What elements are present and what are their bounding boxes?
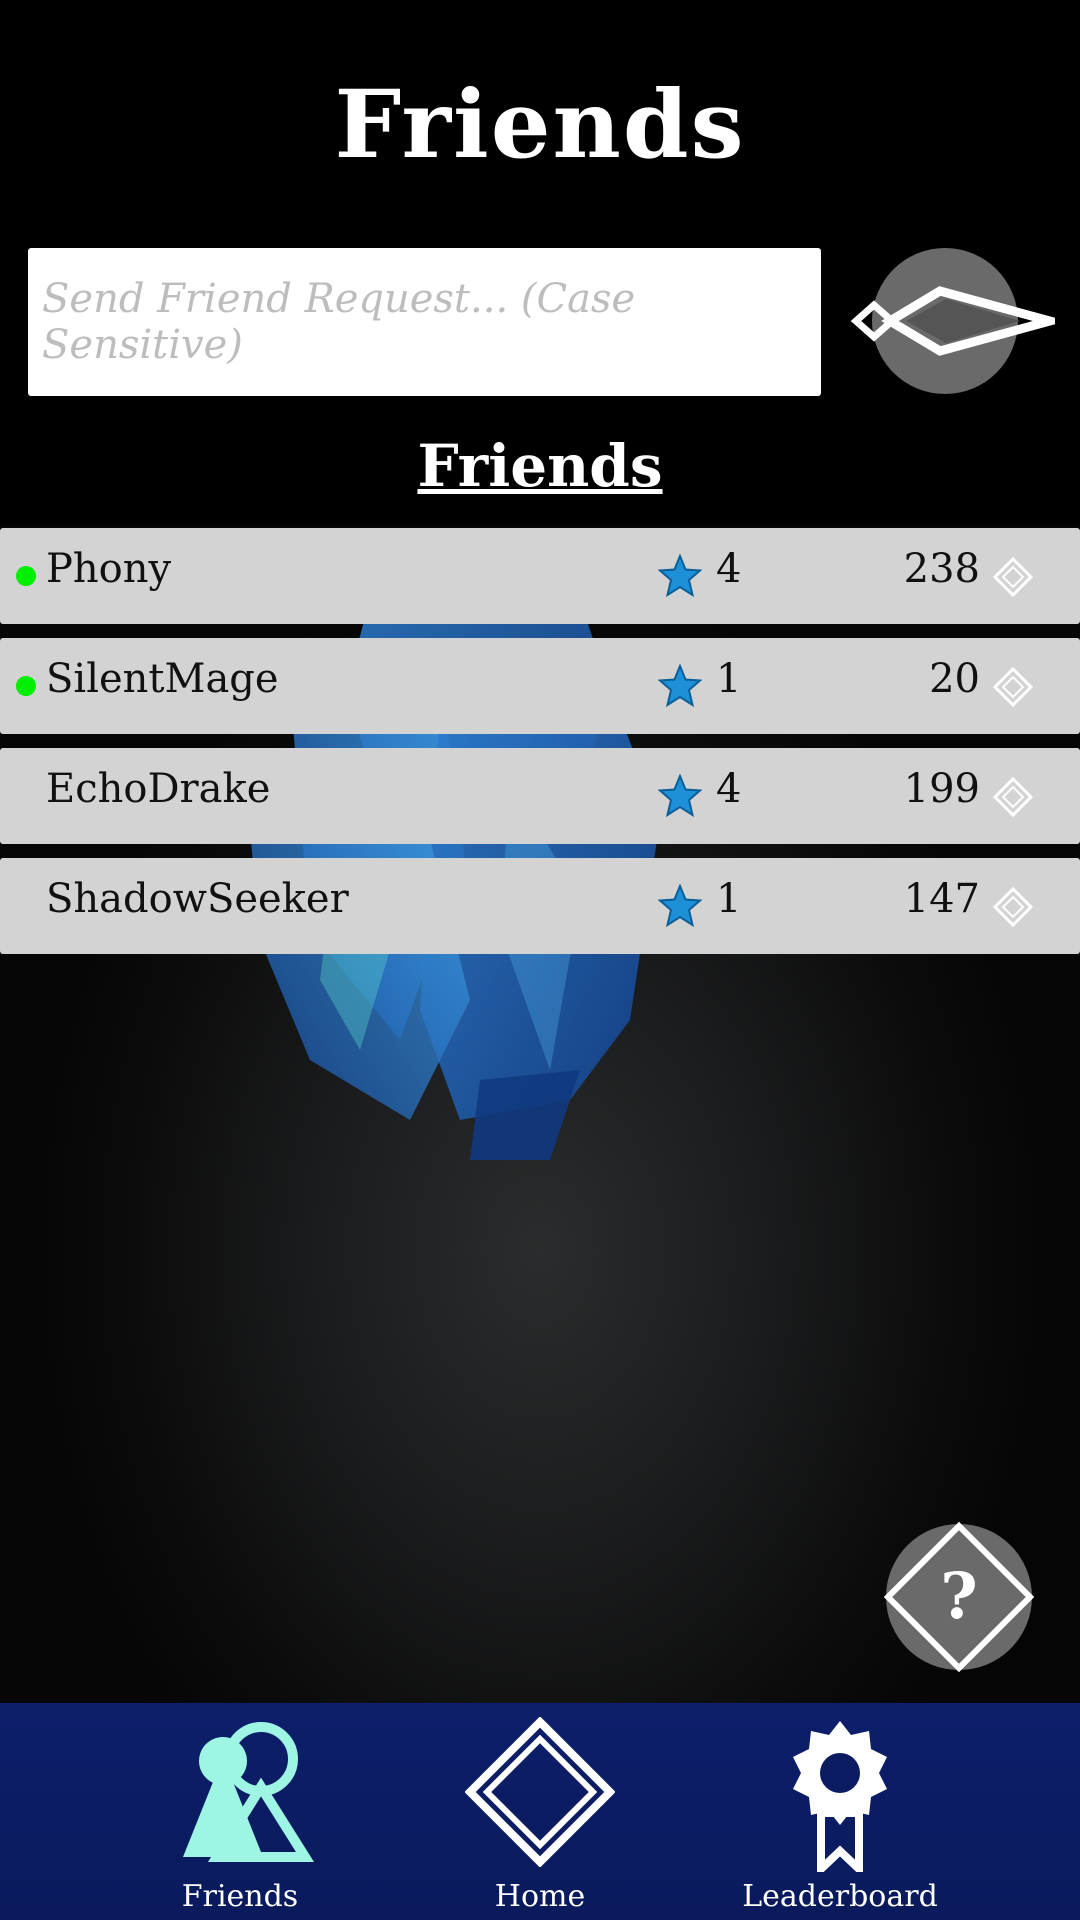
friend-name: ShadowSeeker [46, 876, 349, 922]
star-icon [658, 554, 702, 598]
gem-icon [993, 557, 1033, 597]
home-diamond-icon [465, 1717, 615, 1867]
friends-list: Phony 4 238 SilentMage 1 20 EchoDrake 4 … [0, 528, 1080, 968]
nav-friends[interactable]: Friends [120, 1703, 360, 1920]
friend-request-input[interactable]: Send Friend Request... (Case Sensitive) [28, 248, 821, 396]
gem-icon [993, 777, 1033, 817]
help-button[interactable]: ? [883, 1521, 1035, 1673]
nav-home-label: Home [494, 1879, 586, 1914]
friend-score: 238 [903, 546, 980, 592]
gem-icon [993, 887, 1033, 927]
online-status-dot [16, 566, 36, 586]
send-diamond-arrow-icon [850, 248, 1068, 394]
friend-score: 20 [929, 656, 980, 702]
help-icon: ? [883, 1521, 1035, 1673]
send-request-button[interactable] [850, 245, 1068, 397]
friend-name: Phony [46, 546, 172, 592]
friend-row[interactable]: ShadowSeeker 1 147 [0, 858, 1080, 954]
friend-level: 4 [716, 546, 742, 592]
nav-friends-label: Friends [181, 1879, 299, 1914]
star-icon [658, 774, 702, 818]
ribbon-badge-icon [793, 1721, 887, 1872]
page-title: Friends [334, 70, 746, 180]
friend-row[interactable]: EchoDrake 4 199 [0, 748, 1080, 844]
friend-row[interactable]: Phony 4 238 [0, 528, 1080, 624]
friends-people-icon [183, 1722, 315, 1862]
friend-name: SilentMage [46, 656, 279, 702]
friend-level: 4 [716, 766, 742, 812]
nav-leaderboard[interactable]: Leaderboard [720, 1703, 960, 1920]
friend-score: 199 [903, 766, 980, 812]
bottom-nav: Friends Home Leaderboard [0, 1703, 1080, 1920]
help-glyph: ? [940, 1559, 978, 1634]
star-icon [658, 884, 702, 928]
friend-score: 147 [903, 876, 980, 922]
friend-row[interactable]: SilentMage 1 20 [0, 638, 1080, 734]
nav-leaderboard-label: Leaderboard [742, 1879, 938, 1914]
online-status-dot [16, 676, 36, 696]
star-icon [658, 664, 702, 708]
friend-level: 1 [716, 656, 742, 702]
friends-section-title: Friends [417, 432, 663, 500]
friend-name: EchoDrake [46, 766, 271, 812]
friend-level: 1 [716, 876, 742, 922]
nav-home[interactable]: Home [420, 1703, 660, 1920]
gem-icon [993, 667, 1033, 707]
